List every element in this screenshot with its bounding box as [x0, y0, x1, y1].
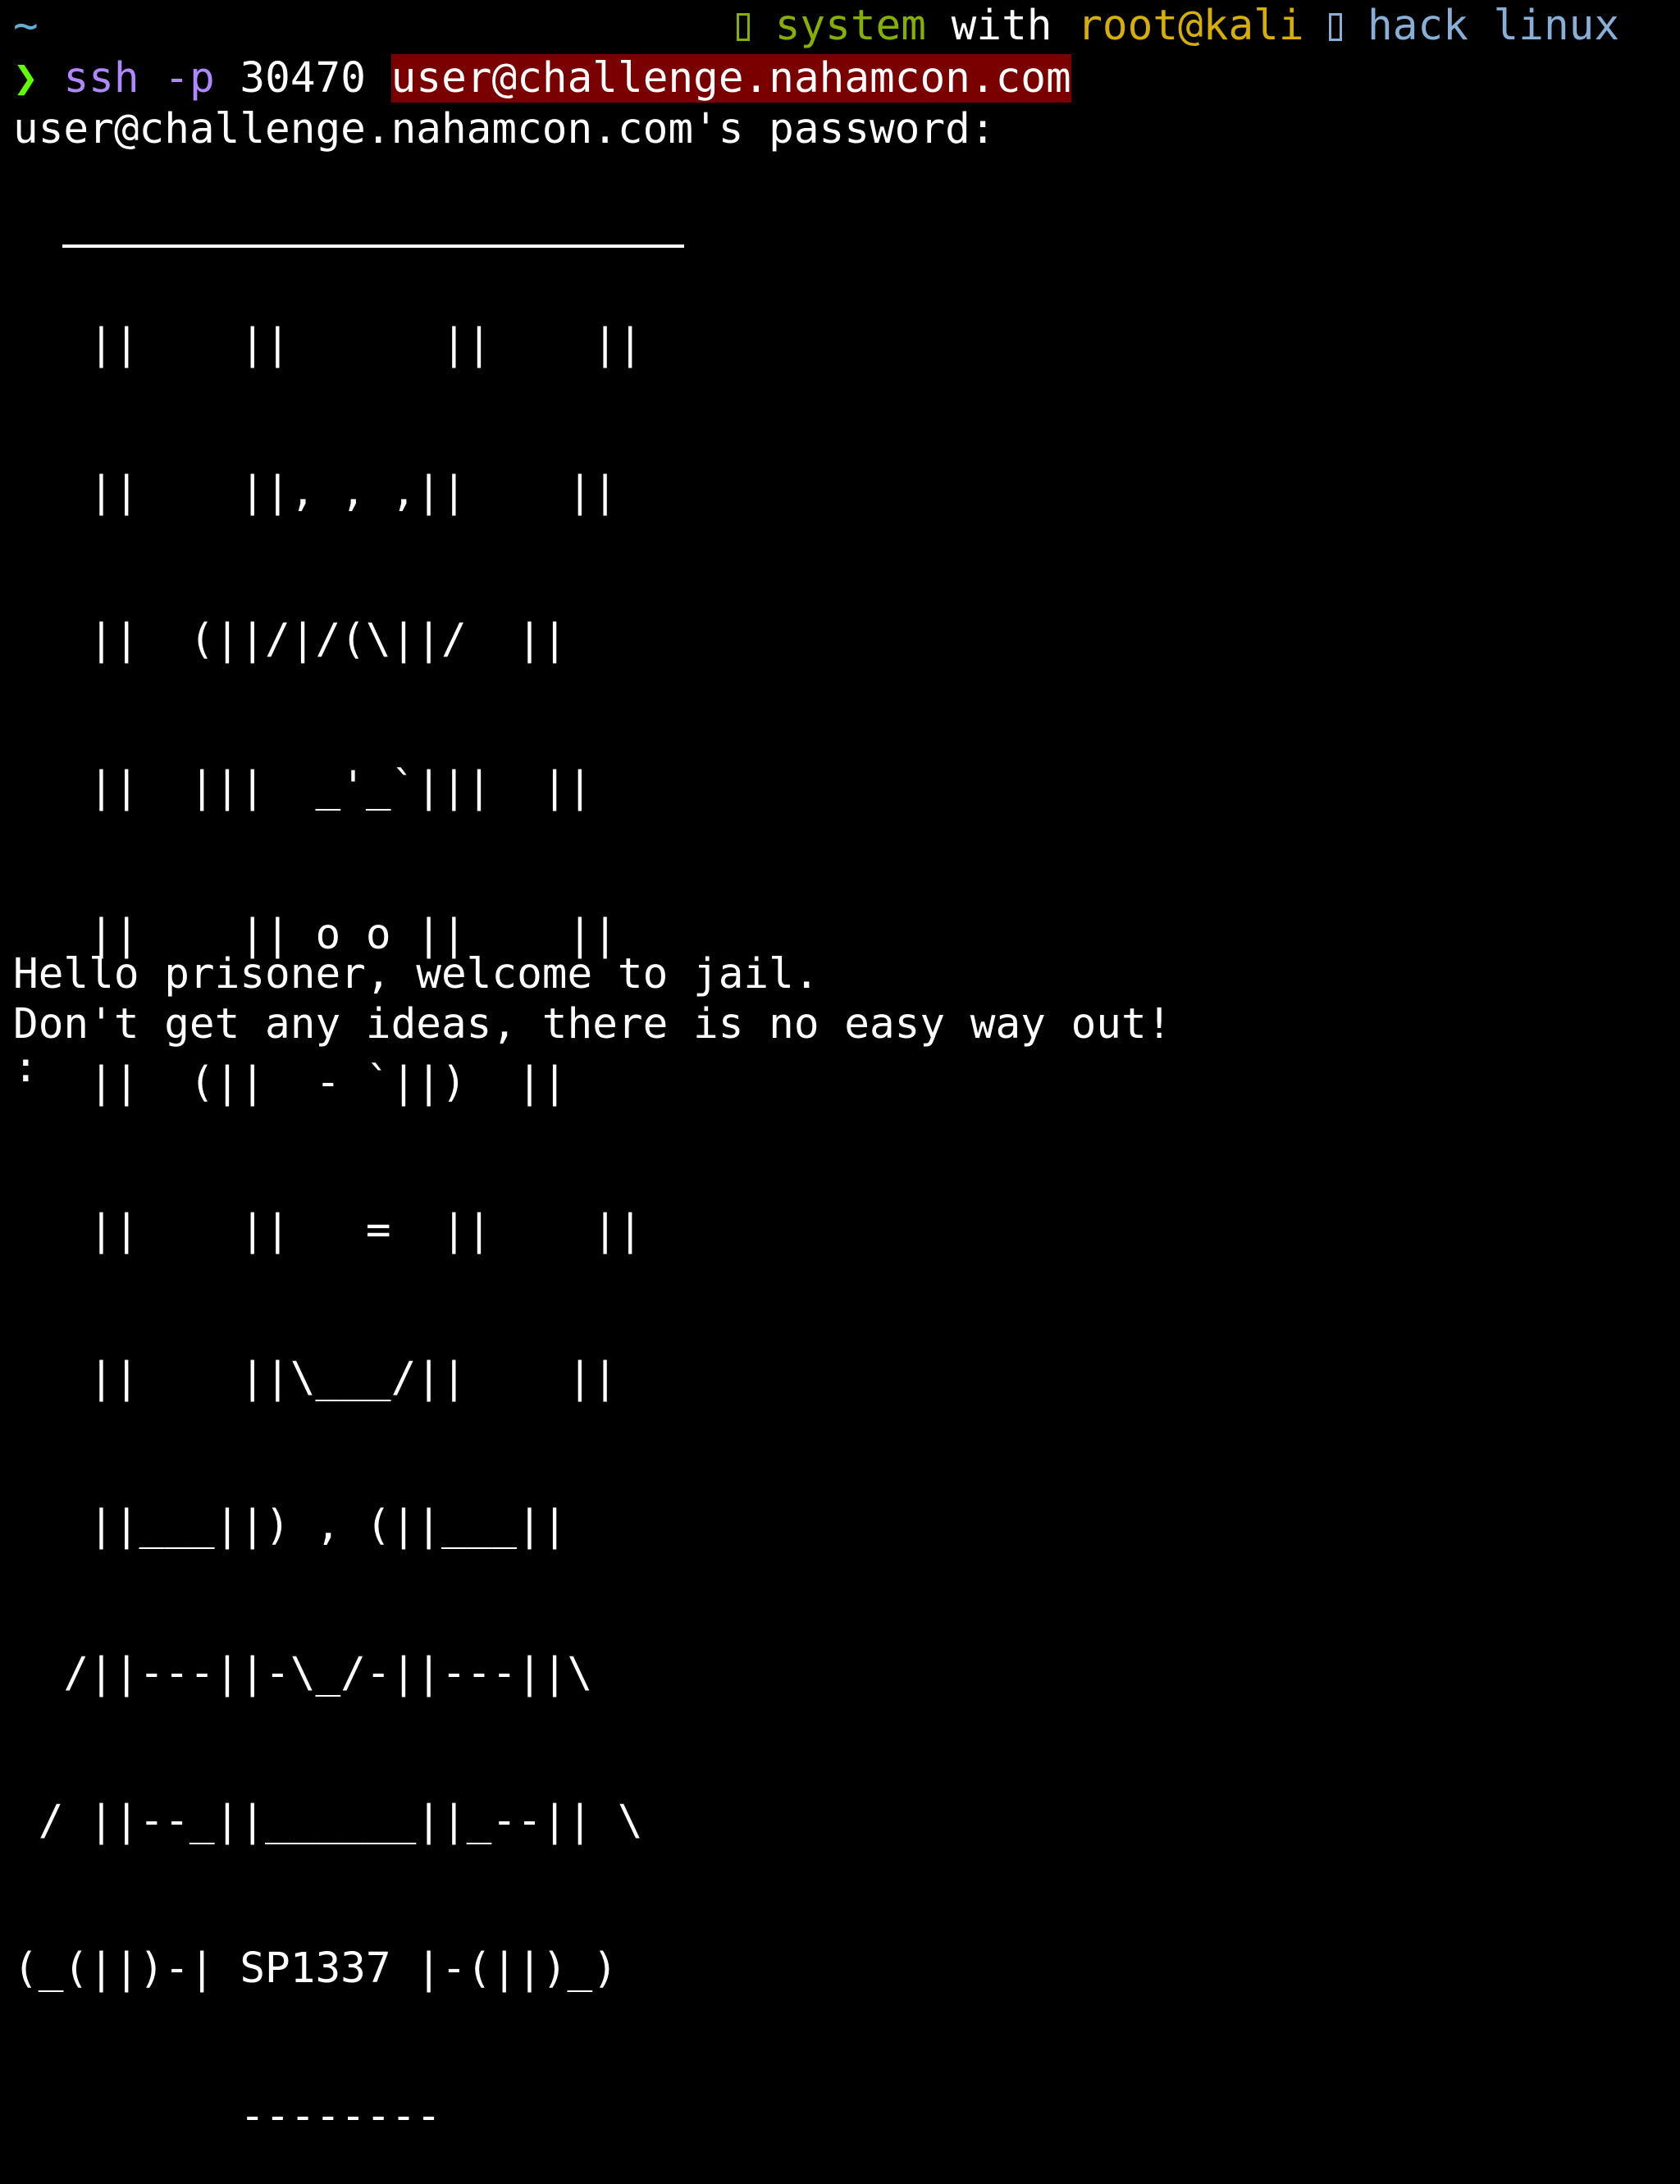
terminal-window[interactable]: ~ system with root@kali hack linux ❯ ssh…: [0, 0, 1680, 2141]
jail-ascii-art: || || || || || ||, , ,|| || || (||/|/(\|…: [13, 222, 643, 2184]
welcome-message: Hello prisoner, welcome to jail.: [13, 950, 819, 998]
input-prompt[interactable]: :: [13, 1044, 39, 1093]
art-line: || (|| - `||) ||: [13, 1058, 568, 1107]
context-linux: linux: [1493, 2, 1620, 50]
art-line: || ||\___/|| ||: [13, 1354, 618, 1402]
art-line: || ||| _'_`||| ||: [13, 763, 593, 811]
context-with: with: [951, 2, 1052, 50]
command-name: ssh: [63, 54, 139, 103]
prompt-status-bar: system with root@kali hack linux: [737, 2, 1619, 51]
art-line: || || || ||: [13, 320, 643, 368]
art-line: || ||, , ,|| ||: [13, 468, 618, 516]
command-flag: -p: [164, 54, 215, 103]
folder-icon: [1329, 13, 1343, 41]
command-port: 30470: [240, 54, 366, 103]
context-system: system: [774, 2, 926, 50]
art-line: ||___||) , (||___||: [13, 1501, 568, 1550]
command-line[interactable]: ❯ ssh -p 30470 user@challenge.nahamcon.c…: [13, 54, 1071, 103]
art-line: || || = || ||: [13, 1206, 643, 1254]
prompt-arrow-icon: ❯: [13, 54, 39, 103]
art-line: / ||--_||______||_--|| \: [13, 1797, 643, 1845]
art-line: || (||/|/(\||/ ||: [13, 615, 568, 664]
home-tilde: ~: [13, 2, 39, 50]
art-line: /||---||-\_/-||---||\: [13, 1649, 593, 1697]
password-prompt: user@challenge.nahamcon.com's password:: [13, 105, 996, 153]
warning-message: Don't get any ideas, there is no easy wa…: [13, 1000, 1172, 1049]
art-line: --------: [13, 2092, 441, 2141]
terminal-icon: [737, 13, 750, 41]
user-host: root@kali: [1077, 2, 1304, 50]
art-line: (_(||)-| SP1337 |-(||)_): [13, 1944, 618, 1993]
command-target: user@challenge.nahamcon.com: [390, 54, 1071, 103]
context-hack: hack: [1367, 2, 1468, 50]
